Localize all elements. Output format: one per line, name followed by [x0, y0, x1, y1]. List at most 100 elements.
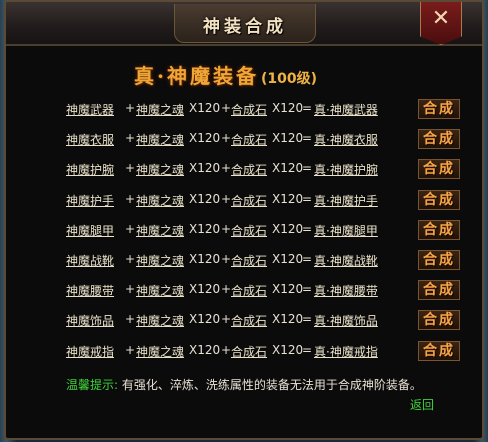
material-soul-link[interactable]: 神魔之魂	[136, 192, 184, 209]
section-heading: 真·神魔装备 (100级)	[134, 60, 374, 88]
plus-sign: +	[125, 191, 136, 206]
plus-sign: +	[125, 221, 136, 236]
synthesize-button[interactable]: 合成	[418, 280, 460, 301]
material-soul-quantity: X120	[189, 282, 221, 297]
recipe-row: 神魔腿甲 + 神魔之魂 X120 + 合成石 X120 = 真·神魔腿甲 合成	[66, 219, 476, 240]
recipe-row: 神魔戒指 + 神魔之魂 X120 + 合成石 X120 = 真·神魔戒指 合成	[66, 340, 476, 361]
synthesize-button[interactable]: 合成	[418, 250, 460, 270]
material-soul-link[interactable]: 神魔之魂	[136, 252, 184, 269]
result-item-link[interactable]: 真·神魔护腕	[314, 161, 378, 178]
heading-level: (100级)	[260, 71, 317, 87]
base-item-link[interactable]: 神魔护腕	[66, 161, 114, 178]
equals-sign: =	[302, 161, 313, 176]
synthesis-stone-link[interactable]: 合成石	[231, 343, 267, 360]
recipe-row: 神魔护手 + 神魔之魂 X120 + 合成石 X120 = 真·神魔护手 合成	[66, 189, 476, 210]
synthesize-button[interactable]: 合成	[418, 310, 460, 331]
title-tab: 神装合成	[174, 4, 316, 43]
material-soul-quantity: X120	[189, 342, 221, 357]
plus-sign: +	[125, 101, 136, 115]
close-button[interactable]: ✕	[420, 2, 462, 45]
material-soul-link[interactable]: 神魔之魂	[136, 282, 184, 299]
recipe-row: 神魔护腕 + 神魔之魂 X120 + 合成石 X120 = 真·神魔护腕 合成	[66, 159, 476, 180]
back-link[interactable]: 返回	[410, 396, 434, 413]
material-soul-quantity: X120	[189, 131, 221, 146]
synthesis-stone-link[interactable]: 合成石	[231, 192, 267, 209]
synthesis-stone-link[interactable]: 合成石	[231, 252, 267, 269]
base-item-link[interactable]: 神魔戒指	[66, 343, 114, 360]
title-bar: 神装合成 ✕	[6, 2, 482, 46]
synthesis-stone-quantity: X120	[272, 101, 304, 115]
base-item-link[interactable]: 神魔腰带	[66, 282, 114, 299]
material-soul-link[interactable]: 神魔之魂	[136, 343, 184, 360]
plus-sign: +	[221, 282, 232, 297]
plus-sign: +	[125, 252, 136, 266]
plus-sign: +	[221, 161, 232, 176]
synthesis-stone-quantity: X120	[272, 342, 304, 357]
result-item-link[interactable]: 真·神魔护手	[314, 192, 378, 209]
plus-sign: +	[221, 342, 232, 357]
material-soul-link[interactable]: 神魔之魂	[136, 131, 184, 148]
material-soul-link[interactable]: 神魔之魂	[136, 222, 184, 239]
synthesize-button[interactable]: 合成	[418, 340, 460, 361]
plus-sign: +	[125, 131, 136, 146]
synthesis-stone-quantity: X120	[272, 191, 304, 206]
base-item-link[interactable]: 神魔护手	[66, 192, 114, 209]
synthesize-button[interactable]: 合成	[418, 99, 460, 119]
synthesize-button[interactable]: 合成	[418, 159, 460, 180]
synthesis-stone-quantity: X120	[272, 131, 304, 146]
synthesis-stone-link[interactable]: 合成石	[231, 101, 267, 118]
recipe-row: 神魔饰品 + 神魔之魂 X120 + 合成石 X120 = 真·神魔饰品 合成	[66, 310, 476, 331]
equals-sign: =	[302, 282, 313, 297]
equals-sign: =	[302, 191, 313, 206]
material-soul-quantity: X120	[189, 312, 221, 327]
equals-sign: =	[302, 252, 313, 266]
base-item-link[interactable]: 神魔饰品	[66, 312, 114, 329]
synthesis-stone-quantity: X120	[272, 282, 304, 297]
plus-sign: +	[125, 161, 136, 176]
heading-main: 真·神魔装备	[134, 64, 259, 88]
result-item-link[interactable]: 真·神魔战靴	[314, 252, 378, 269]
synthesize-button[interactable]: 合成	[418, 129, 460, 150]
recipe-row: 神魔战靴 + 神魔之魂 X120 + 合成石 X120 = 真·神魔战靴 合成	[66, 250, 476, 270]
plus-sign: +	[221, 221, 232, 236]
synthesis-stone-link[interactable]: 合成石	[231, 282, 267, 299]
base-item-link[interactable]: 神魔武器	[66, 101, 114, 118]
synthesize-button[interactable]: 合成	[418, 219, 460, 240]
hint-body: 有强化、淬炼、洗练属性的装备无法用于合成神阶装备。	[121, 378, 422, 392]
material-soul-link[interactable]: 神魔之魂	[136, 101, 184, 118]
hint-text: 温馨提示: 有强化、淬炼、洗练属性的装备无法用于合成神阶装备。	[66, 376, 422, 393]
base-item-link[interactable]: 神魔衣服	[66, 131, 114, 148]
result-item-link[interactable]: 真·神魔腿甲	[314, 222, 378, 239]
synthesis-stone-link[interactable]: 合成石	[231, 131, 267, 148]
plus-sign: +	[125, 312, 136, 327]
synthesis-stone-link[interactable]: 合成石	[231, 312, 267, 329]
plus-sign: +	[125, 342, 136, 357]
material-soul-quantity: X120	[189, 221, 221, 236]
window-title: 神装合成	[203, 17, 287, 37]
hint-label: 温馨提示:	[66, 378, 119, 392]
material-soul-quantity: X120	[189, 161, 221, 176]
plus-sign: +	[221, 191, 232, 206]
synthesis-stone-quantity: X120	[272, 161, 304, 176]
result-item-link[interactable]: 真·神魔衣服	[314, 131, 378, 148]
synthesis-stone-quantity: X120	[272, 252, 304, 266]
synthesis-stone-quantity: X120	[272, 312, 304, 327]
synthesize-button[interactable]: 合成	[418, 189, 460, 210]
material-soul-link[interactable]: 神魔之魂	[136, 312, 184, 329]
equals-sign: =	[302, 101, 313, 115]
equals-sign: =	[302, 221, 313, 236]
base-item-link[interactable]: 神魔战靴	[66, 252, 114, 269]
plus-sign: +	[221, 131, 232, 146]
base-item-link[interactable]: 神魔腿甲	[66, 222, 114, 239]
synthesis-stone-link[interactable]: 合成石	[231, 222, 267, 239]
plus-sign: +	[221, 252, 232, 266]
result-item-link[interactable]: 真·神魔戒指	[314, 343, 378, 360]
result-item-link[interactable]: 真·神魔武器	[314, 101, 378, 118]
close-icon: ✕	[431, 6, 451, 31]
synthesis-stone-link[interactable]: 合成石	[231, 161, 267, 178]
result-item-link[interactable]: 真·神魔腰带	[314, 282, 378, 299]
result-item-link[interactable]: 真·神魔饰品	[314, 312, 378, 329]
material-soul-link[interactable]: 神魔之魂	[136, 161, 184, 178]
plus-sign: +	[221, 312, 232, 327]
recipe-row: 神魔衣服 + 神魔之魂 X120 + 合成石 X120 = 真·神魔衣服 合成	[66, 129, 476, 150]
